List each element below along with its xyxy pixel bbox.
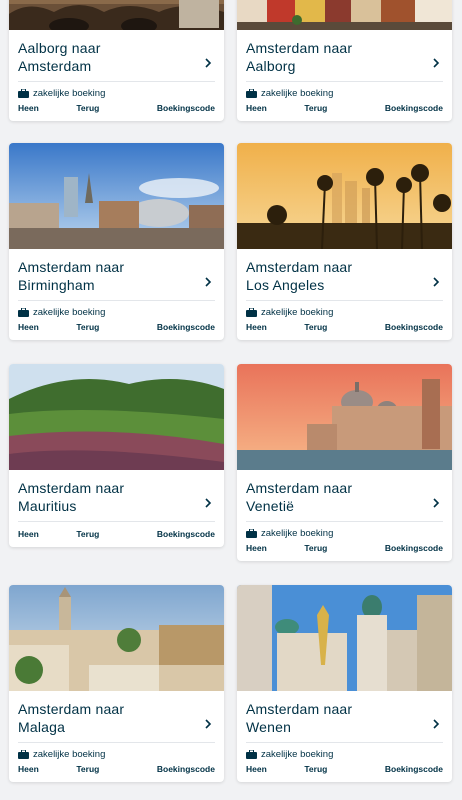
return-label: Terug [304,764,328,774]
venice-basilica-photo [237,364,452,470]
trip-card-amsterdam-mauritius[interactable]: Amsterdam naar Mauritius Heen Terug Boek… [9,364,224,547]
outbound-label: Heen [246,764,267,774]
briefcase-icon [246,750,257,759]
outbound-label: Heen [18,103,39,113]
business-booking-label: zakelijke boeking [33,307,106,318]
route-from: Amsterdam naar [246,480,353,496]
los-angeles-palms-photo [237,143,452,249]
booking-code-label: Boekingscode [156,322,215,332]
chevron-right-icon[interactable] [203,276,213,288]
trip-card-amsterdam-venice[interactable]: Amsterdam naar Venetië zakelijke boeking… [237,364,452,561]
route-from: Aalborg naar [18,40,101,56]
return-label: Terug [76,103,100,113]
chevron-right-icon[interactable] [431,276,441,288]
booking-code-label: Boekingscode [156,529,215,539]
bridge-canal-photo [9,0,224,30]
route-from: Amsterdam naar [18,259,125,275]
chevron-right-icon[interactable] [431,497,441,509]
chevron-right-icon[interactable] [203,57,213,69]
chevron-right-icon[interactable] [431,57,441,69]
business-booking-label: zakelijke boeking [33,88,106,99]
outbound-label: Heen [18,322,39,332]
outbound-label: Heen [18,764,39,774]
return-label: Terug [76,529,100,539]
briefcase-icon [18,89,29,98]
outbound-label: Heen [246,103,267,113]
briefcase-icon [246,308,257,317]
outbound-label: Heen [246,322,267,332]
trip-card-amsterdam-birmingham[interactable]: Amsterdam naar Birmingham zakelijke boek… [9,143,224,340]
return-label: Terug [76,322,100,332]
route-from: Amsterdam naar [246,701,353,717]
business-booking-label: zakelijke boeking [33,749,106,760]
mauritius-landscape-photo [9,364,224,470]
malaga-city-photo [9,585,224,691]
outbound-label: Heen [246,543,267,553]
route-to: Birmingham [18,277,95,293]
return-label: Terug [304,103,328,113]
route-to: Los Angeles [246,277,325,293]
trip-card-amsterdam-malaga[interactable]: Amsterdam naar Malaga zakelijke boeking … [9,585,224,782]
trip-card-amsterdam-los-angeles[interactable]: Amsterdam naar Los Angeles zakelijke boe… [237,143,452,340]
route-from: Amsterdam naar [18,701,125,717]
birmingham-skyline-photo [9,143,224,249]
booking-code-label: Boekingscode [384,764,443,774]
booking-code-label: Boekingscode [156,764,215,774]
return-label: Terug [304,543,328,553]
route-from: Amsterdam naar [246,40,353,56]
booking-code-label: Boekingscode [384,543,443,553]
booking-code-label: Boekingscode [384,322,443,332]
business-booking-label: zakelijke boeking [261,528,334,539]
briefcase-icon [246,529,257,538]
business-booking-label: zakelijke boeking [261,307,334,318]
trip-card-aalborg-amsterdam[interactable]: Aalborg naar Amsterdam zakelijke boeking… [9,0,224,121]
briefcase-icon [246,89,257,98]
briefcase-icon [18,308,29,317]
route-to: Venetië [246,498,295,514]
chevron-right-icon[interactable] [203,497,213,509]
chevron-right-icon[interactable] [431,718,441,730]
trip-card-amsterdam-aalborg[interactable]: Amsterdam naar Aalborg zakelijke boeking… [237,0,452,121]
business-booking-label: zakelijke boeking [261,88,334,99]
route-to: Wenen [246,719,292,735]
trip-card-amsterdam-vienna[interactable]: Amsterdam naar Wenen zakelijke boeking H… [237,585,452,782]
route-to: Malaga [18,719,66,735]
colorful-houses-photo [237,0,452,30]
route-from: Amsterdam naar [246,259,353,275]
booking-code-label: Boekingscode [156,103,215,113]
booking-code-label: Boekingscode [384,103,443,113]
chevron-right-icon[interactable] [203,718,213,730]
vienna-square-photo [237,585,452,691]
route-from: Amsterdam naar [18,480,125,496]
briefcase-icon [18,750,29,759]
return-label: Terug [76,764,100,774]
route-to: Amsterdam [18,58,92,74]
business-booking-label: zakelijke boeking [261,749,334,760]
return-label: Terug [304,322,328,332]
outbound-label: Heen [18,529,39,539]
route-to: Aalborg [246,58,296,74]
route-to: Mauritius [18,498,77,514]
